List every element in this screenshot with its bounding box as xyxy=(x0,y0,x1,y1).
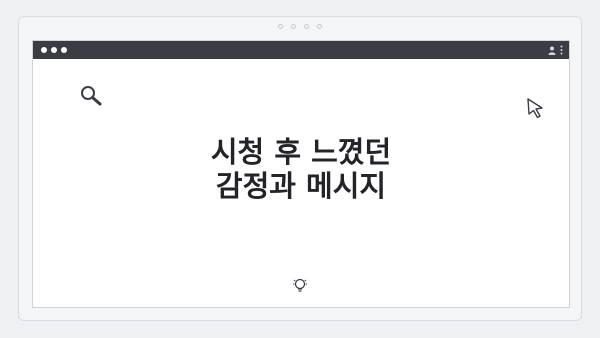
window-controls xyxy=(41,47,67,53)
headline: 시청 후 느꼈던 감정과 메시지 xyxy=(33,135,569,203)
maximize-dot[interactable] xyxy=(61,47,67,53)
frame-dot xyxy=(304,24,309,29)
lightbulb-icon xyxy=(293,278,307,292)
app-window: 시청 후 느꼈던 감정과 메시지 xyxy=(32,40,570,308)
more-vertical-icon[interactable] xyxy=(560,45,563,55)
window-titlebar xyxy=(33,41,569,59)
close-dot[interactable] xyxy=(41,47,47,53)
cursor-icon xyxy=(527,98,543,119)
search-icon xyxy=(81,86,102,106)
frame-dot xyxy=(278,24,283,29)
frame-dots xyxy=(278,24,322,29)
headline-line-1: 시청 후 느꼈던 xyxy=(210,135,392,169)
frame-dot xyxy=(291,24,296,29)
titlebar-actions xyxy=(548,45,563,55)
headline-line-2: 감정과 메시지 xyxy=(215,169,387,203)
frame-dot xyxy=(317,24,322,29)
user-icon[interactable] xyxy=(548,46,556,55)
minimize-dot[interactable] xyxy=(51,47,57,53)
window-content: 시청 후 느꼈던 감정과 메시지 xyxy=(33,59,569,309)
